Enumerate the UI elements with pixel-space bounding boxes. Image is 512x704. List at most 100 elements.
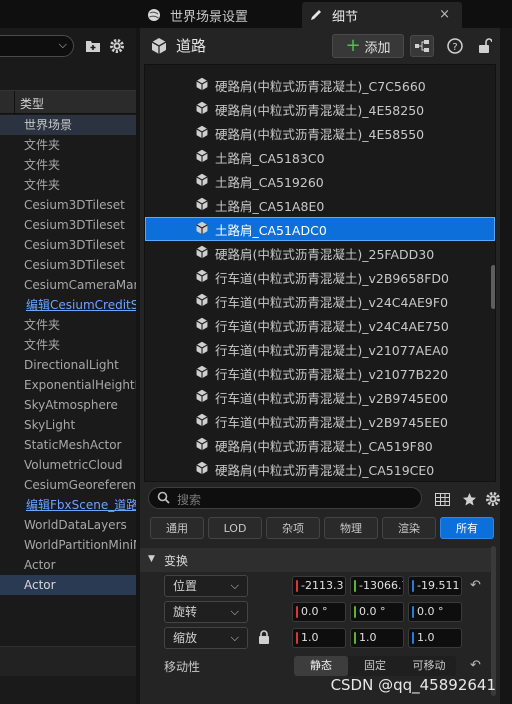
component-row[interactable]: 行车道(中粒式沥青混凝土)_v2B9745E00 [145, 385, 495, 409]
outliner-row[interactable]: Cesium3DTileset [0, 215, 136, 235]
tab-details[interactable]: 细节 × [302, 2, 462, 28]
location-dropdown[interactable]: 位置 ⌵ [164, 575, 248, 597]
outliner-row[interactable]: 文件夹 [0, 315, 136, 335]
settings-gear-icon[interactable] [484, 490, 502, 508]
outliner-row[interactable]: 世界场景 [0, 115, 136, 135]
component-row[interactable]: 硬路肩(中粒式沥青混凝土)_C7C5660 [145, 73, 495, 97]
outliner-row-edit-link[interactable]: 编辑FbxScene_道路 [0, 495, 136, 515]
unlock-icon[interactable] [474, 35, 496, 57]
mobility-movable-option[interactable]: 可移动 [402, 656, 456, 676]
chevron-down-icon: ⌵ [230, 631, 239, 644]
location-label: 位置 [173, 579, 198, 593]
mobility-toggle: 静态 固定 可移动 [294, 656, 456, 676]
component-row[interactable]: 硬路肩(中粒式沥青混凝土)_CA519CE0 [145, 457, 495, 481]
table-view-icon[interactable] [433, 490, 451, 508]
plus-icon: + [345, 35, 361, 56]
scale-z-field[interactable]: 1.0 [408, 628, 462, 648]
filter-misc-button[interactable]: 杂项 [266, 517, 320, 539]
outliner-row-selected[interactable]: Actor [0, 575, 136, 595]
outliner-column-header[interactable]: 类型 [0, 90, 136, 115]
component-label: 行车道(中粒式沥青混凝土)_v24C4AE750 [215, 318, 449, 334]
mesh-cube-icon [195, 461, 209, 478]
component-row[interactable]: 行车道(中粒式沥青混凝土)_v2B9658FD0 [145, 265, 495, 289]
outliner-filter-dropdown[interactable]: ⌵ [0, 35, 74, 57]
component-row-selected[interactable]: 土路肩_CA51ADC0 [145, 217, 495, 241]
component-row[interactable]: 行车道(中粒式沥青混凝土)_v21077AEA0 [145, 337, 495, 361]
rotation-z-field[interactable]: 0.0 ° [408, 602, 462, 622]
reset-arrow-icon[interactable]: ↶ [470, 578, 481, 593]
add-component-button[interactable]: + 添加 [332, 34, 404, 58]
tab-world-settings[interactable]: 世界场景设置 [140, 2, 300, 28]
outliner-row-edit-link[interactable]: 编辑CesiumCreditSystem [0, 295, 136, 315]
close-icon[interactable]: × [439, 7, 450, 22]
component-row[interactable]: 行车道(中粒式沥青混凝土)_v24C4AE9F0 [145, 289, 495, 313]
component-row[interactable]: 土路肩_CA519260 [145, 169, 495, 193]
chevron-down-icon: ⌵ [230, 579, 239, 592]
component-row[interactable]: 行车道(中粒式沥青混凝土)_v24C4AE750 [145, 313, 495, 337]
scale-dropdown[interactable]: 缩放 ⌵ [164, 627, 248, 649]
add-folder-icon[interactable] [84, 37, 102, 55]
world-outliner: ⌵ 类型 世界场景 文件夹 文件夹 文件夹 Cesium3DTileset Ce… [0, 28, 136, 704]
outliner-row[interactable]: Cesium3DTileset [0, 235, 136, 255]
outliner-row[interactable]: Cesium3DTileset [0, 255, 136, 275]
outliner-row[interactable]: 文件夹 [0, 175, 136, 195]
location-x-field[interactable]: -2113.3 [292, 576, 346, 596]
component-row[interactable]: 行车道(中粒式沥青混凝土)_v2B9745EE0 [145, 409, 495, 433]
collapse-triangle-icon: ▼ [148, 554, 155, 564]
filter-all-button[interactable]: 所有 [440, 517, 494, 539]
outliner-row[interactable]: Cesium3DTileset [0, 195, 136, 215]
outliner-row[interactable]: 文件夹 [0, 135, 136, 155]
outliner-row[interactable]: WorldDataLayers [0, 515, 136, 535]
transform-section-header[interactable]: ▼ 变换 [140, 548, 492, 572]
column-divider [14, 91, 15, 115]
component-row[interactable]: 硬路肩(中粒式沥青混凝土)_4E58550 [145, 121, 495, 145]
component-row[interactable]: 硬路肩(中粒式沥青混凝土)_CA519F80 [145, 433, 495, 457]
outliner-row[interactable]: VolumetricCloud [0, 455, 136, 475]
outliner-row[interactable]: CesiumGeoreference [0, 475, 136, 495]
reset-arrow-icon[interactable]: ↶ [470, 658, 481, 673]
component-label: 行车道(中粒式沥青混凝土)_v2B9658FD0 [215, 270, 450, 286]
rotation-dropdown[interactable]: 旋转 ⌵ [164, 601, 248, 623]
properties-scrollbar[interactable] [491, 546, 496, 696]
help-icon[interactable]: ? [444, 35, 466, 57]
component-row[interactable]: 行车道(中粒式沥青混凝土)_v21077B220 [145, 361, 495, 385]
filter-rendering-button[interactable]: 渲染 [382, 517, 436, 539]
column-type-label: 类型 [20, 97, 45, 111]
outliner-row[interactable]: 文件夹 [0, 155, 136, 175]
rotation-y-field[interactable]: 0.0 ° [350, 602, 404, 622]
location-y-field[interactable]: -13066.7 [350, 576, 404, 596]
location-z-field[interactable]: -19.511 [408, 576, 462, 596]
details-header: 道路 + 添加 ? [140, 28, 500, 62]
component-row[interactable]: 硬路肩(中粒式沥青混凝土)_4E58250 [145, 97, 495, 121]
filter-general-button[interactable]: 通用 [150, 517, 204, 539]
outliner-row[interactable]: WorldPartitionMiniMap [0, 535, 136, 555]
outliner-row[interactable]: ExponentialHeightFog [0, 375, 136, 395]
component-row[interactable]: 土路肩_CA51A8E0 [145, 193, 495, 217]
search-placeholder: 搜索 [177, 493, 202, 507]
outliner-row[interactable]: SkyLight [0, 415, 136, 435]
scale-x-field[interactable]: 1.0 [292, 628, 346, 648]
outliner-row[interactable]: StaticMeshActor [0, 435, 136, 455]
details-search-input[interactable]: 搜索 [148, 487, 422, 509]
outliner-row[interactable]: Actor [0, 555, 136, 575]
outliner-row[interactable]: CesiumCameraManager [0, 275, 136, 295]
component-label: 土路肩_CA51A8E0 [215, 198, 325, 214]
rotation-label: 旋转 [173, 605, 198, 619]
component-row[interactable]: 硬路肩(中粒式沥青混凝土)_25FADD30 [145, 241, 495, 265]
component-row[interactable]: 土路肩_CA5183C0 [145, 145, 495, 169]
outliner-row[interactable]: SkyAtmosphere [0, 395, 136, 415]
outliner-row[interactable]: DirectionalLight [0, 355, 136, 375]
filter-physics-button[interactable]: 物理 [324, 517, 378, 539]
lock-icon[interactable] [258, 630, 270, 648]
mobility-stationary-option[interactable]: 固定 [348, 656, 402, 676]
rotation-x-field[interactable]: 0.0 ° [292, 602, 346, 622]
component-list-scrollbar[interactable] [491, 265, 495, 309]
filter-lod-button[interactable]: LOD [208, 517, 262, 539]
star-icon[interactable] [460, 490, 478, 508]
scale-y-field[interactable]: 1.0 [350, 628, 404, 648]
outliner-row[interactable]: 文件夹 [0, 335, 136, 355]
blueprint-icon[interactable] [410, 35, 434, 57]
gear-icon[interactable] [108, 37, 126, 55]
mobility-static-option[interactable]: 静态 [294, 656, 348, 676]
component-label: 土路肩_CA51ADC0 [215, 222, 327, 238]
